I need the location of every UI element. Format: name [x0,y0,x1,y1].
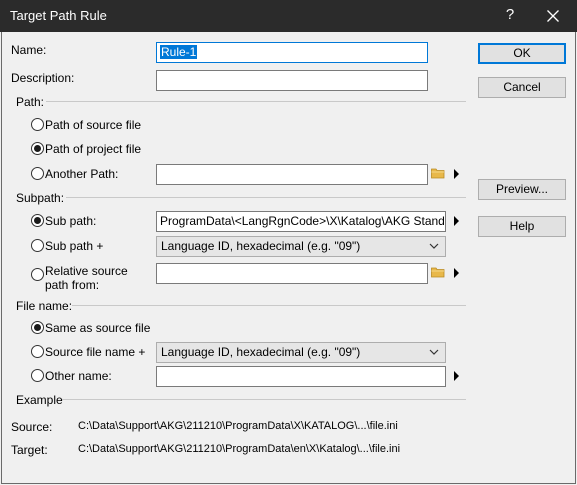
name-value: Rule-1 [160,45,198,59]
radio-path-source[interactable] [31,118,44,131]
radio-relative-source-label-2[interactable]: path from: [45,278,99,292]
example-target-label: Target: [11,443,48,457]
radio-subpath-plus[interactable] [31,239,44,252]
other-name-arrow-icon[interactable] [454,371,459,381]
title-bar[interactable]: Target Path Rule ? [0,0,577,32]
ok-button[interactable]: OK [478,43,566,64]
radio-source-file-plus[interactable] [31,345,44,358]
help-button[interactable]: Help [478,216,566,237]
subpath-input[interactable]: ProgramData\<LangRgnCode>\X\Katalog\AKG … [156,211,446,232]
radio-subpath[interactable] [31,214,44,227]
other-name-input[interactable] [156,366,446,387]
radio-path-source-label[interactable]: Path of source file [45,118,141,132]
subpath-section-header: Subpath: [16,191,65,205]
example-divider [62,399,466,400]
radio-source-file-plus-label[interactable]: Source file name + [45,345,145,359]
radio-path-project[interactable] [31,142,44,155]
path-section-header: Path: [16,95,45,109]
path-divider [46,101,466,102]
chevron-down-icon [429,349,439,355]
example-source-label: Source: [11,420,53,434]
example-target-value: C:\Data\Support\AKG\211210\ProgramData\e… [78,443,401,455]
radio-subpath-plus-label[interactable]: Sub path + [45,239,103,253]
radio-same-as-source[interactable] [31,321,44,334]
source-file-plus-select[interactable]: Language ID, hexadecimal (e.g. "09") [156,342,446,363]
filename-divider [72,305,466,306]
example-section-header: Example [16,393,63,407]
description-input[interactable] [156,70,428,91]
another-path-arrow-icon[interactable] [454,169,459,179]
another-path-input[interactable] [156,164,428,185]
radio-other-name[interactable] [31,369,44,382]
radio-path-another-label[interactable]: Another Path: [45,167,118,181]
subpath-arrow-icon[interactable] [454,216,459,226]
subpath-plus-select-value: Language ID, hexadecimal (e.g. "09") [161,239,361,253]
relative-source-input[interactable] [156,263,428,284]
subpath-plus-select[interactable]: Language ID, hexadecimal (e.g. "09") [156,236,446,257]
radio-path-another[interactable] [31,167,44,180]
name-label: Name: [11,43,47,57]
close-icon[interactable] [530,0,576,32]
radio-relative-source[interactable] [31,268,44,281]
folder-icon[interactable] [431,266,445,278]
name-input[interactable]: Rule-1 [156,42,428,63]
radio-other-name-label[interactable]: Other name: [45,369,112,383]
radio-path-project-label[interactable]: Path of project file [45,142,141,156]
relative-source-arrow-icon[interactable] [454,268,459,278]
radio-subpath-label[interactable]: Sub path: [45,214,96,228]
description-label: Description: [11,71,75,85]
example-source-value: C:\Data\Support\AKG\211210\ProgramData\X… [78,420,398,432]
filename-section-header: File name: [16,299,73,313]
preview-button[interactable]: Preview... [478,179,566,200]
radio-same-as-source-label[interactable]: Same as source file [45,321,150,335]
dialog-body [1,32,576,484]
help-icon[interactable]: ? [492,0,528,32]
radio-relative-source-label-1[interactable]: Relative source [45,264,128,278]
subpath-divider [66,197,466,198]
folder-icon[interactable] [431,167,445,179]
source-file-plus-select-value: Language ID, hexadecimal (e.g. "09") [161,345,361,359]
chevron-down-icon [429,243,439,249]
cancel-button[interactable]: Cancel [478,77,566,98]
window-title: Target Path Rule [10,8,107,23]
